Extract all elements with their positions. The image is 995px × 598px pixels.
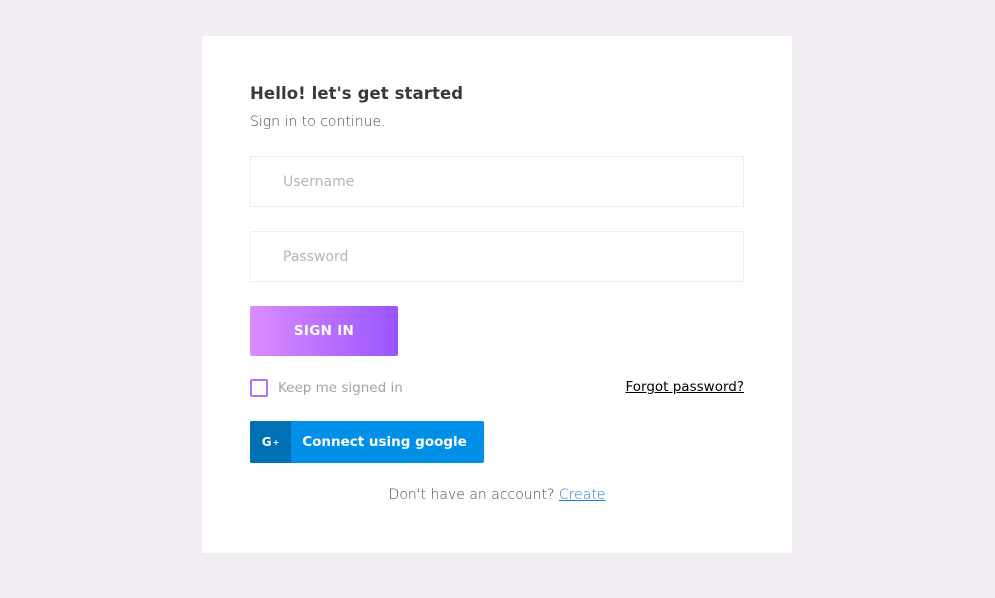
create-account-link[interactable]: Create	[559, 487, 606, 503]
keep-signed-in-checkbox[interactable]	[250, 379, 268, 397]
sign-in-button[interactable]: SIGN IN	[250, 306, 398, 356]
no-account-text: Don't have an account?	[388, 487, 555, 503]
password-input[interactable]	[250, 231, 744, 282]
keep-signed-in-label[interactable]: Keep me signed in	[278, 380, 403, 396]
page-subtitle: Sign in to continue.	[250, 114, 386, 130]
create-account-row: Don't have an account? Create	[202, 487, 792, 503]
page-title: Hello! let's get started	[250, 84, 464, 103]
forgot-password-link[interactable]: Forgot password?	[625, 379, 744, 395]
login-card: Hello! let's get started Sign in to cont…	[202, 36, 792, 553]
google-plus-icon: G +	[250, 421, 291, 463]
keep-signed-in-row: Keep me signed in	[250, 379, 403, 397]
connect-google-label: Connect using google	[302, 434, 467, 450]
google-icon-plus: +	[272, 437, 280, 447]
connect-google-button[interactable]: G + Connect using google	[250, 421, 484, 463]
google-icon-letter: G	[261, 435, 272, 449]
username-input[interactable]	[250, 156, 744, 207]
